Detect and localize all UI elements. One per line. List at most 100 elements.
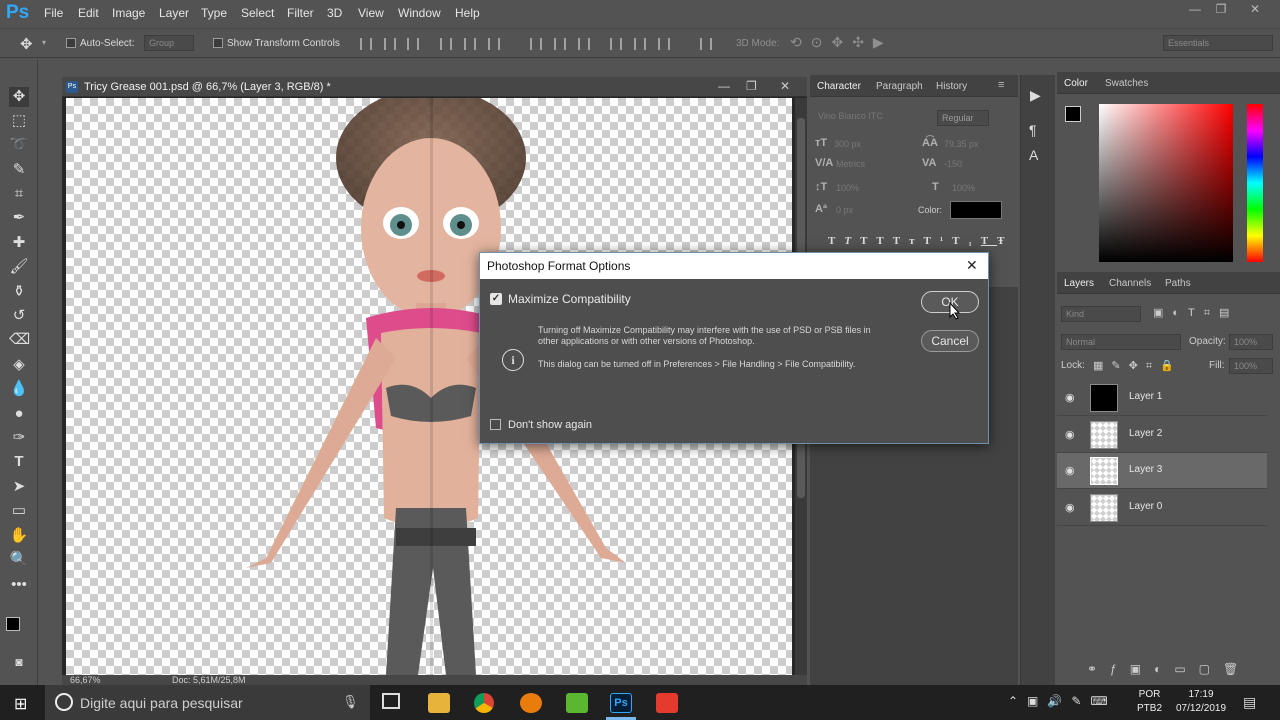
close-app-button[interactable]: ✕ (1245, 2, 1265, 20)
tracking-field[interactable]: -150 (944, 159, 962, 169)
align-left-icon[interactable] (440, 38, 452, 50)
dont-show-again-checkbox[interactable] (490, 419, 501, 430)
auto-align-icon[interactable] (700, 38, 712, 50)
font-size-field[interactable]: 300 px (834, 139, 861, 149)
doc-close-button[interactable]: ✕ (780, 79, 790, 93)
microphone-icon[interactable]: 🎙 (342, 694, 359, 710)
restore-button[interactable]: ❐ (1211, 2, 1231, 20)
history-brush-tool-icon[interactable]: ↺ (9, 306, 29, 326)
menu-window[interactable]: Window (398, 6, 441, 20)
camtasia-icon[interactable] (566, 693, 588, 713)
tab-layers[interactable]: Layers (1064, 278, 1094, 289)
action-center-icon[interactable]: ▤ (1243, 694, 1256, 711)
more-tools-icon[interactable]: ••• (9, 575, 29, 595)
faux-bold-button[interactable]: T (828, 235, 844, 247)
type-style-buttons[interactable]: TTTTTтT¹T₁TŦ (828, 235, 1013, 247)
minimize-button[interactable]: — (1185, 2, 1205, 20)
layer-row-layer-1[interactable]: ◉ Layer 1 (1057, 380, 1267, 416)
layer-filter-dropdown[interactable]: Kind (1061, 306, 1141, 322)
file-explorer-icon[interactable] (428, 693, 450, 713)
tab-paragraph[interactable]: Paragraph (876, 81, 923, 92)
kerning-field[interactable]: Metrics (836, 159, 865, 169)
subscript-button[interactable]: T₁ (952, 235, 981, 247)
menu-view[interactable]: View (358, 6, 384, 20)
layer-row-layer-3[interactable]: ◉ Layer 3 (1057, 453, 1267, 489)
maximize-compat-checkbox[interactable]: ✓ (490, 293, 502, 305)
hand-tool-icon[interactable]: ✋ (9, 526, 29, 546)
doc-size-info[interactable]: Doc: 5,61M/25,8M (172, 675, 246, 685)
doc-restore-button[interactable]: ❐ (746, 79, 757, 93)
photoshop-taskbar-icon[interactable]: Ps (610, 693, 632, 713)
menu-layer[interactable]: Layer (159, 6, 189, 20)
auto-select-checkbox[interactable] (66, 38, 76, 48)
task-view-icon[interactable] (382, 693, 400, 709)
taskbar-search-box[interactable]: Digite aqui para pesquisar 🎙 (45, 685, 370, 720)
move-tool-icon[interactable]: ✥ (9, 87, 29, 107)
vertical-scale-field[interactable]: 100% (836, 183, 859, 193)
superscript-button[interactable]: T¹ (924, 235, 953, 247)
strikethrough-button[interactable]: Ŧ (997, 235, 1013, 247)
crop-tool-icon[interactable]: ⌗ (9, 184, 29, 204)
paint-bucket-tool-icon[interactable]: ◈ (9, 355, 29, 375)
align-right-icon[interactable] (488, 38, 500, 50)
doc-minimize-button[interactable]: — (718, 79, 730, 93)
small-caps-button[interactable]: Tт (893, 235, 924, 247)
distribute-hcenter-icon[interactable] (634, 38, 646, 50)
eyedropper-tool-icon[interactable]: ✒ (9, 208, 29, 228)
text-color-swatch[interactable] (950, 201, 1002, 219)
faux-italic-button[interactable]: T (844, 235, 860, 247)
layer-filter-icons[interactable]: ▣◐T⌗▤ (1153, 306, 1238, 320)
character-styles-icon[interactable]: A (1029, 147, 1038, 163)
distribute-bottom-icon[interactable] (578, 38, 590, 50)
lock-icons[interactable]: ▦✎✥⌗🔒 (1093, 359, 1182, 373)
tab-swatches[interactable]: Swatches (1105, 78, 1148, 89)
menu-image[interactable]: Image (112, 6, 145, 20)
align-top-icon[interactable] (360, 38, 372, 50)
tab-color[interactable]: Color (1064, 78, 1088, 89)
menu-select[interactable]: Select (241, 6, 274, 20)
document-tab[interactable]: Ps Tricy Grease 001.psd @ 66,7% (Layer 3… (62, 77, 807, 97)
leading-field[interactable]: 79,35 px (944, 139, 979, 149)
color-field[interactable] (1099, 104, 1233, 262)
auto-select-dropdown[interactable]: Group (144, 35, 194, 51)
menu-filter[interactable]: Filter (287, 6, 314, 20)
clone-stamp-tool-icon[interactable]: ⚱ (9, 282, 29, 302)
blender-icon[interactable] (520, 693, 542, 713)
workspace-dropdown[interactable]: Essentials (1163, 35, 1273, 51)
hue-slider[interactable] (1247, 104, 1263, 262)
underline-button[interactable]: T (981, 235, 997, 247)
language-indicator[interactable]: POR PTB2 (1137, 688, 1162, 716)
lasso-tool-icon[interactable]: ➰ (9, 135, 29, 155)
distribute-vcenter-icon[interactable] (554, 38, 566, 50)
menu-3d[interactable]: 3D (327, 6, 342, 20)
font-family-field[interactable]: Vino Bianco ITC (818, 111, 928, 121)
marquee-tool-icon[interactable]: ⬚ (9, 111, 29, 131)
chrome-icon[interactable] (474, 693, 494, 713)
baseline-shift-field[interactable]: 0 px (836, 205, 853, 215)
brush-tool-icon[interactable]: 🖌 (9, 257, 29, 277)
fill-field[interactable]: 100% (1229, 358, 1273, 374)
distribute-top-icon[interactable] (530, 38, 542, 50)
windows-start-icon[interactable]: ⊞ (14, 694, 27, 714)
tab-history[interactable]: History (936, 81, 967, 92)
align-vcenter-icon[interactable] (384, 38, 396, 50)
menu-type[interactable]: Type (201, 6, 227, 20)
zoom-tool-icon[interactable]: 🔍 (9, 550, 29, 570)
font-style-field[interactable]: Regular (937, 110, 989, 126)
foreground-color-swatch[interactable] (6, 617, 20, 631)
eraser-tool-icon[interactable]: ⌫ (9, 330, 30, 350)
layers-footer-icons[interactable]: ⚭ƒ▣◐▭▢🗑 (1087, 662, 1251, 676)
path-selection-tool-icon[interactable]: ➤ (9, 477, 29, 497)
tab-channels[interactable]: Channels (1109, 278, 1151, 289)
tab-paths[interactable]: Paths (1165, 278, 1191, 289)
tab-character[interactable]: Character (817, 81, 861, 92)
recorder-icon[interactable] (656, 693, 678, 713)
align-hcenter-icon[interactable] (464, 38, 476, 50)
horizontal-scale-field[interactable]: 100% (952, 183, 975, 193)
distribute-left-icon[interactable] (610, 38, 622, 50)
properties-icon[interactable]: ¶ (1029, 122, 1037, 138)
align-bottom-icon[interactable] (407, 38, 419, 50)
healing-brush-tool-icon[interactable]: ✚ (9, 233, 29, 253)
menu-file[interactable]: File (44, 6, 63, 20)
move-tool-preset-icon[interactable]: ✥ (20, 35, 33, 53)
